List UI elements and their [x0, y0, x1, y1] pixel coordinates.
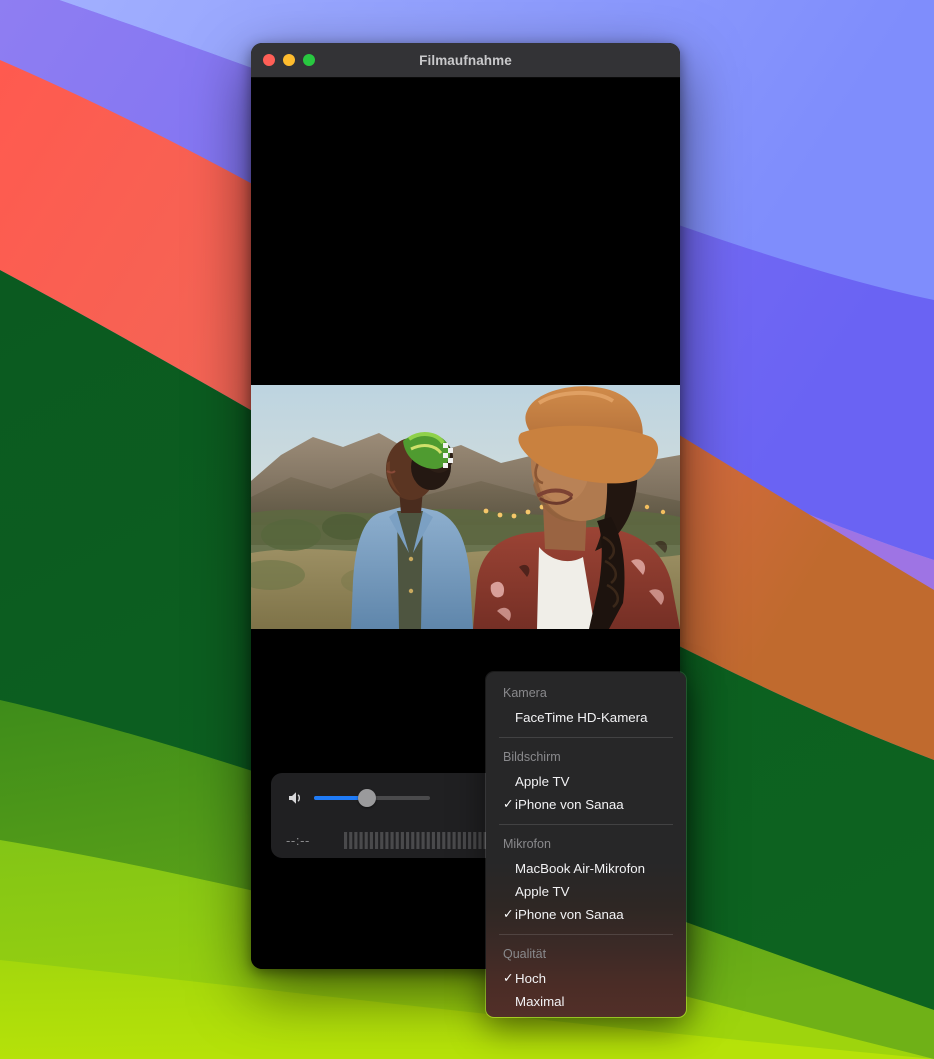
menu-item-label: iPhone von Sanaa	[515, 797, 624, 812]
checkmark-icon: ✓	[503, 907, 514, 921]
menu-item-bildschirm-iphone-von-sanaa[interactable]: ✓ iPhone von Sanaa	[486, 793, 686, 816]
options-dropdown-menu[interactable]: Kamera FaceTime HD-Kamera Bildschirm App…	[485, 671, 687, 1018]
menu-item-facetime-hd-kamera[interactable]: FaceTime HD-Kamera	[486, 706, 686, 729]
menu-section-label-kamera: Kamera	[503, 686, 547, 700]
menu-item-label: FaceTime HD-Kamera	[515, 710, 648, 725]
menu-item-label: iPhone von Sanaa	[515, 907, 624, 922]
timecode-display: --:--	[286, 832, 310, 848]
menu-item-label: Maximal	[515, 994, 565, 1009]
menu-item-label: MacBook Air-Mikrofon	[515, 861, 646, 876]
camera-preview-image	[251, 385, 680, 629]
checkmark-icon: ✓	[503, 971, 514, 985]
menu-separator	[499, 737, 673, 738]
menu-item-mikrofon-apple-tv[interactable]: Apple TV	[486, 880, 686, 903]
traffic-lights	[251, 54, 315, 66]
menu-items-container: Kamera FaceTime HD-Kamera Bildschirm App…	[486, 672, 686, 1017]
menu-separator	[499, 824, 673, 825]
speaker-wave-icon[interactable]	[287, 790, 305, 806]
menu-item-bildschirm-apple-tv[interactable]: Apple TV	[486, 770, 686, 793]
checkmark-icon: ✓	[503, 797, 514, 811]
menu-separator	[499, 934, 673, 935]
volume-slider[interactable]	[314, 788, 430, 807]
menu-item-mikrofon-iphone-von-sanaa[interactable]: ✓ iPhone von Sanaa	[486, 903, 686, 926]
zoom-button[interactable]	[303, 54, 315, 66]
menu-item-mikrofon-macbook-air[interactable]: MacBook Air-Mikrofon	[486, 857, 686, 880]
menu-section-label-mikrofon: Mikrofon	[503, 837, 551, 851]
volume-knob[interactable]	[358, 788, 376, 807]
menu-section-label-bildschirm: Bildschirm	[503, 750, 561, 764]
window-titlebar[interactable]: Filmaufnahme	[251, 43, 680, 78]
window-title: Filmaufnahme	[419, 52, 512, 68]
menu-section-label-qualitaet: Qualität	[503, 947, 547, 961]
menu-item-label: Apple TV	[515, 884, 570, 899]
close-button[interactable]	[263, 54, 275, 66]
menu-item-qualitaet-hoch[interactable]: ✓ Hoch	[486, 967, 686, 990]
menu-item-qualitaet-maximal[interactable]: Maximal	[486, 990, 686, 1013]
minimize-button[interactable]	[283, 54, 295, 66]
menu-item-label: Apple TV	[515, 774, 570, 789]
camera-preview-frame	[251, 385, 680, 629]
